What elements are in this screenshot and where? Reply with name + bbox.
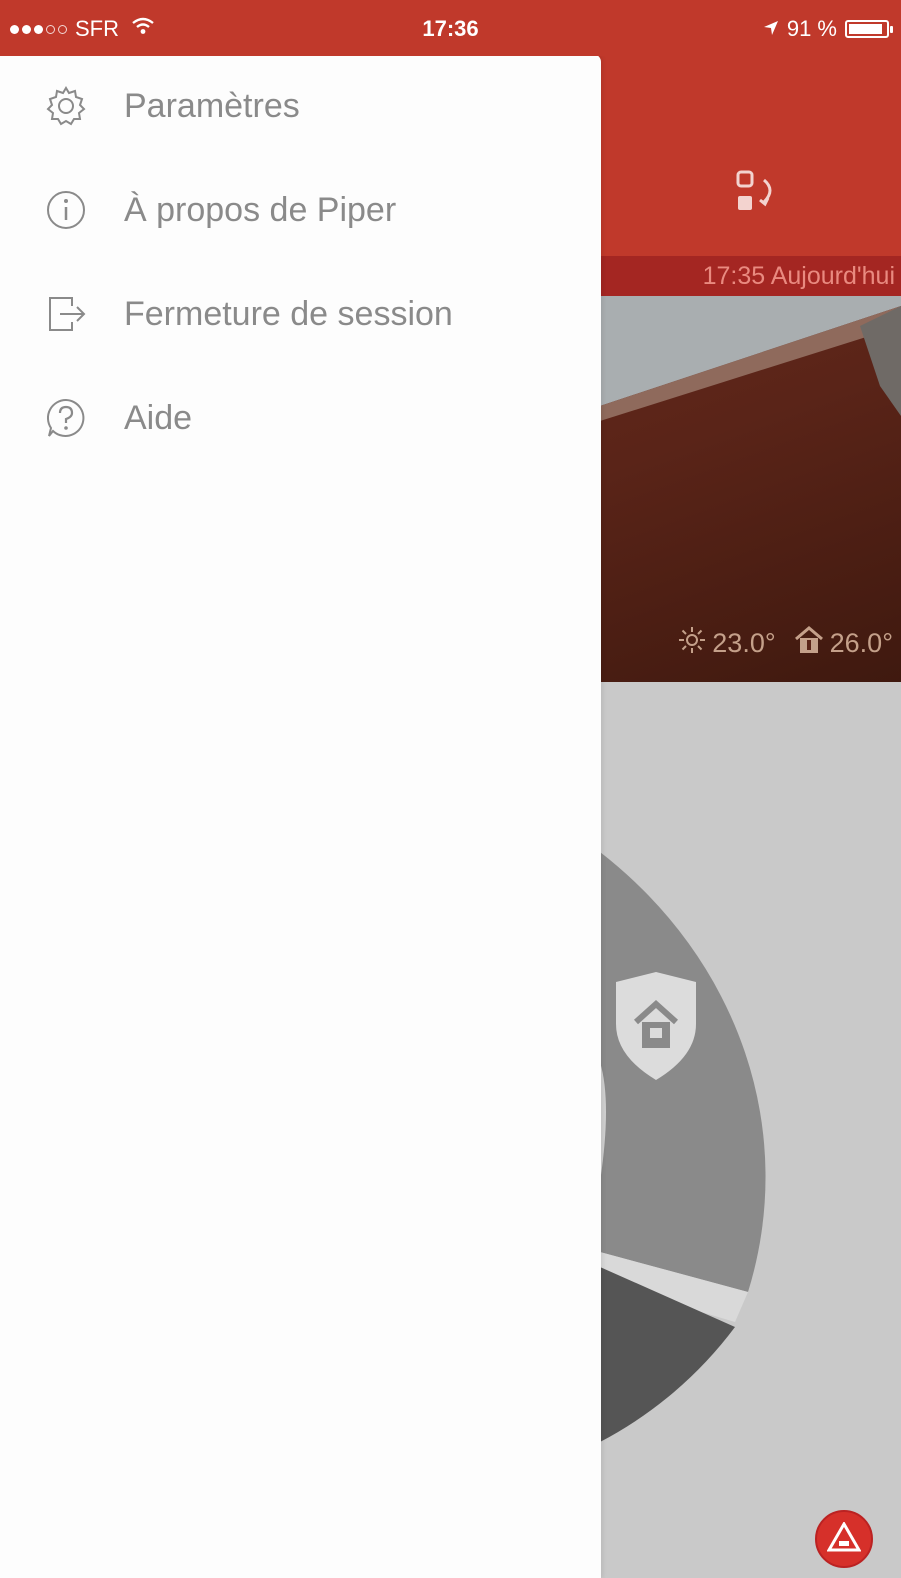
navigation-drawer: Paramètres À propos de Piper Fermeture d… (0, 54, 601, 1578)
menu-item-label: Paramètres (124, 86, 300, 125)
outdoor-temperature: 23.0° (678, 626, 776, 661)
menu-item-aide[interactable]: Aide (0, 378, 601, 458)
menu-item-fermeture-session[interactable]: Fermeture de session (0, 274, 601, 354)
outdoor-temperature-value: 23.0° (712, 628, 776, 658)
status-bar: SFR 17:36 91 % (0, 0, 901, 56)
camera-timestamp: 17:35 Aujourd'hui (702, 262, 895, 290)
temperature-readout: 23.0° 26.0° (678, 626, 893, 661)
sun-icon (678, 626, 706, 661)
alarm-icon (826, 1520, 862, 1557)
location-arrow-icon (763, 16, 779, 42)
alarm-button[interactable] (815, 1510, 873, 1568)
menu-item-a-propos[interactable]: À propos de Piper (0, 170, 601, 250)
device-switch-icon[interactable] (730, 166, 790, 226)
gear-icon (44, 84, 88, 128)
indoor-temperature-value: 26.0° (829, 628, 893, 658)
menu-item-label: Aide (124, 398, 193, 437)
battery-percent: 91 % (786, 16, 837, 41)
indoor-temperature: 26.0° (794, 626, 893, 661)
info-icon (44, 188, 88, 232)
menu-item-parametres[interactable]: Paramètres (0, 66, 601, 146)
battery-icon (845, 20, 893, 38)
menu-item-label: À propos de Piper (124, 190, 397, 229)
mode-segment-home[interactable] (600, 852, 766, 1292)
status-right: 91 % (763, 16, 893, 42)
menu-item-label: Fermeture de session (124, 294, 453, 333)
help-icon (44, 396, 88, 440)
logout-icon (44, 292, 88, 336)
house-thermometer-icon (794, 626, 824, 661)
